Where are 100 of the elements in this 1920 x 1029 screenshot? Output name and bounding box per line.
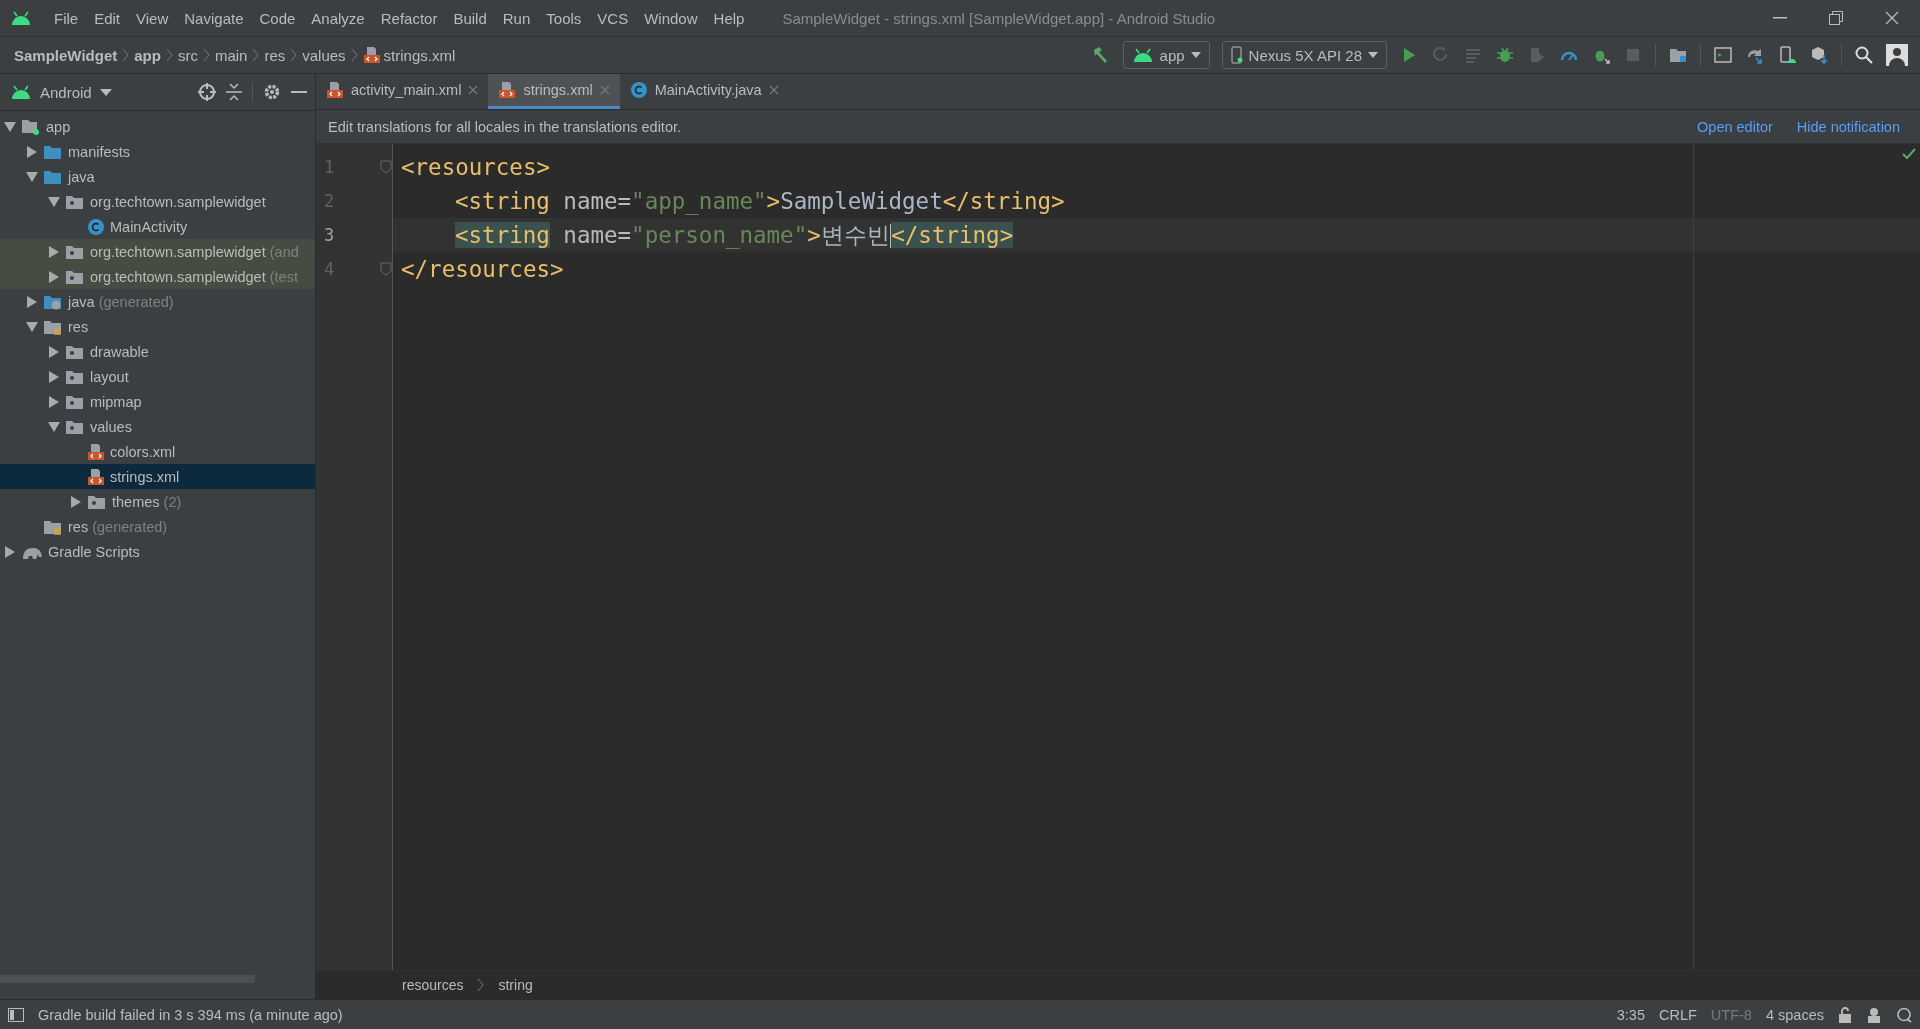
lock-icon[interactable]	[1838, 1006, 1852, 1023]
chevron-icon	[202, 48, 210, 62]
menu-item[interactable]: Window	[636, 9, 706, 27]
xml-file-icon	[87, 442, 105, 461]
tree-row[interactable]: org.techtown.samplewidget (and	[0, 239, 315, 264]
expanded-arrow-icon[interactable]	[26, 170, 38, 183]
tree-row[interactable]: res (generated)	[0, 514, 315, 539]
bug-icon[interactable]	[1495, 45, 1515, 65]
collapse-icon[interactable]	[226, 83, 242, 101]
settings-icon[interactable]	[263, 83, 281, 101]
close-icon[interactable]	[468, 85, 479, 95]
chevron-icon	[122, 48, 130, 62]
avatar-icon[interactable]	[1886, 44, 1908, 66]
chevron-icon	[165, 48, 173, 62]
class-icon	[87, 217, 105, 236]
collapsed-arrow-icon[interactable]	[70, 495, 82, 508]
sdk-icon[interactable]	[1809, 45, 1829, 65]
menu-item[interactable]: View	[128, 9, 177, 27]
menu-item[interactable]: Analyze	[303, 9, 373, 27]
breadcrumb-item[interactable]: res	[264, 46, 286, 64]
menu-item[interactable]: Refactor	[372, 9, 446, 27]
tree-row[interactable]: java	[0, 164, 315, 189]
breadcrumb-item[interactable]: SampleWidget	[14, 46, 118, 64]
tree-row[interactable]: values	[0, 414, 315, 439]
collapsed-arrow-icon[interactable]	[48, 395, 60, 408]
menu-item[interactable]: Help	[705, 9, 753, 27]
menu-item[interactable]: Tools	[538, 9, 590, 27]
collapsed-arrow-icon[interactable]	[48, 370, 60, 383]
expanded-arrow-icon[interactable]	[48, 420, 60, 433]
tree-row[interactable]: strings.xml	[0, 464, 315, 489]
xml-file-icon	[87, 467, 105, 486]
inspector-icon[interactable]	[1866, 1006, 1882, 1023]
target-icon[interactable]	[198, 83, 216, 101]
tree-row[interactable]: org.techtown.samplewidget (test	[0, 264, 315, 289]
collapsed-arrow-icon[interactable]	[26, 295, 38, 308]
menu-item[interactable]: File	[46, 9, 87, 27]
tree-row[interactable]: org.techtown.samplewidget	[0, 189, 315, 214]
class-icon	[629, 81, 648, 99]
minimize-icon[interactable]	[291, 90, 307, 94]
chevron-icon	[350, 48, 358, 62]
close-icon[interactable]	[768, 85, 779, 95]
notification-link[interactable]: Open editor	[1697, 118, 1773, 135]
fold-marker-icon[interactable]	[380, 160, 392, 174]
android-icon	[1131, 48, 1154, 62]
collapsed-arrow-icon[interactable]	[48, 345, 60, 358]
xml-file-icon	[362, 46, 381, 64]
menu-item[interactable]: Navigate	[176, 9, 252, 27]
breadcrumb-item[interactable]: src	[177, 46, 198, 64]
editor-tab[interactable]: activity_main.xml	[316, 74, 489, 109]
caret-icon	[1368, 52, 1378, 58]
expanded-arrow-icon[interactable]	[4, 120, 16, 133]
tree-row[interactable]: java (generated)	[0, 289, 315, 314]
window-title: SampleWidget - strings.xml [SampleWidget.app] - Android Studio	[781, 9, 1217, 27]
tree-row[interactable]: res	[0, 314, 315, 339]
device-dropdown[interactable]: Nexus 5X API 28	[1221, 41, 1387, 69]
collapsed-arrow-icon[interactable]	[4, 545, 16, 558]
menu-item[interactable]: Build	[445, 9, 495, 27]
panel-toggle-icon[interactable]	[8, 1007, 24, 1022]
breadcrumb-item[interactable]: strings.xml	[362, 46, 456, 64]
tree-row[interactable]: MainActivity	[0, 214, 315, 239]
xml-file-icon	[498, 81, 517, 99]
tree-row[interactable]: layout	[0, 364, 315, 389]
chevron-icon	[252, 48, 260, 62]
fold-marker-icon[interactable]	[380, 262, 392, 276]
device-manager-icon[interactable]	[1777, 45, 1797, 65]
search-icon[interactable]	[1854, 45, 1874, 65]
menu-item[interactable]: Edit	[86, 9, 129, 27]
collapsed-arrow-icon[interactable]	[48, 270, 60, 283]
terminal-icon[interactable]	[1713, 45, 1733, 65]
menu-item[interactable]: VCS	[589, 9, 637, 27]
status-item[interactable]: 4 spaces	[1765, 1006, 1824, 1023]
close-icon[interactable]	[1885, 11, 1899, 25]
breadcrumb-item[interactable]: resources	[402, 977, 464, 993]
collapsed-arrow-icon[interactable]	[26, 145, 38, 158]
editor-tab[interactable]: strings.xml	[488, 74, 620, 109]
menu-item[interactable]: Run	[494, 9, 539, 27]
android-icon	[10, 85, 32, 99]
expanded-arrow-icon[interactable]	[26, 320, 38, 333]
breadcrumb-item[interactable]: values	[302, 46, 346, 64]
tree-row[interactable]: drawable	[0, 339, 315, 364]
menu-item[interactable]: Code	[251, 9, 304, 27]
project-view-dropdown[interactable]: Android	[10, 83, 112, 101]
notification-link[interactable]: Hide notification	[1796, 118, 1900, 135]
tree-row[interactable]: Gradle Scripts	[0, 539, 315, 564]
breadcrumb-item[interactable]: app	[134, 46, 161, 64]
editor-tab[interactable]: MainActivity.java	[619, 74, 789, 109]
run-config-dropdown[interactable]: app	[1122, 41, 1210, 69]
tree-row[interactable]: manifests	[0, 139, 315, 164]
collapsed-arrow-icon[interactable]	[48, 245, 60, 258]
tree-row[interactable]: colors.xml	[0, 439, 315, 464]
notifications-icon[interactable]	[1896, 1006, 1912, 1023]
tree-row[interactable]: mipmap	[0, 389, 315, 414]
status-item[interactable]: CRLF	[1659, 1006, 1697, 1023]
status-item[interactable]: 3:35	[1616, 1006, 1645, 1023]
restore-icon[interactable]	[1829, 11, 1843, 25]
tree-row[interactable]: themes (2)	[0, 489, 315, 514]
expanded-arrow-icon[interactable]	[48, 195, 60, 208]
tree-row[interactable]: app	[0, 114, 315, 139]
breadcrumb-item[interactable]: string	[498, 977, 533, 993]
breadcrumb-item[interactable]: main	[214, 46, 248, 64]
